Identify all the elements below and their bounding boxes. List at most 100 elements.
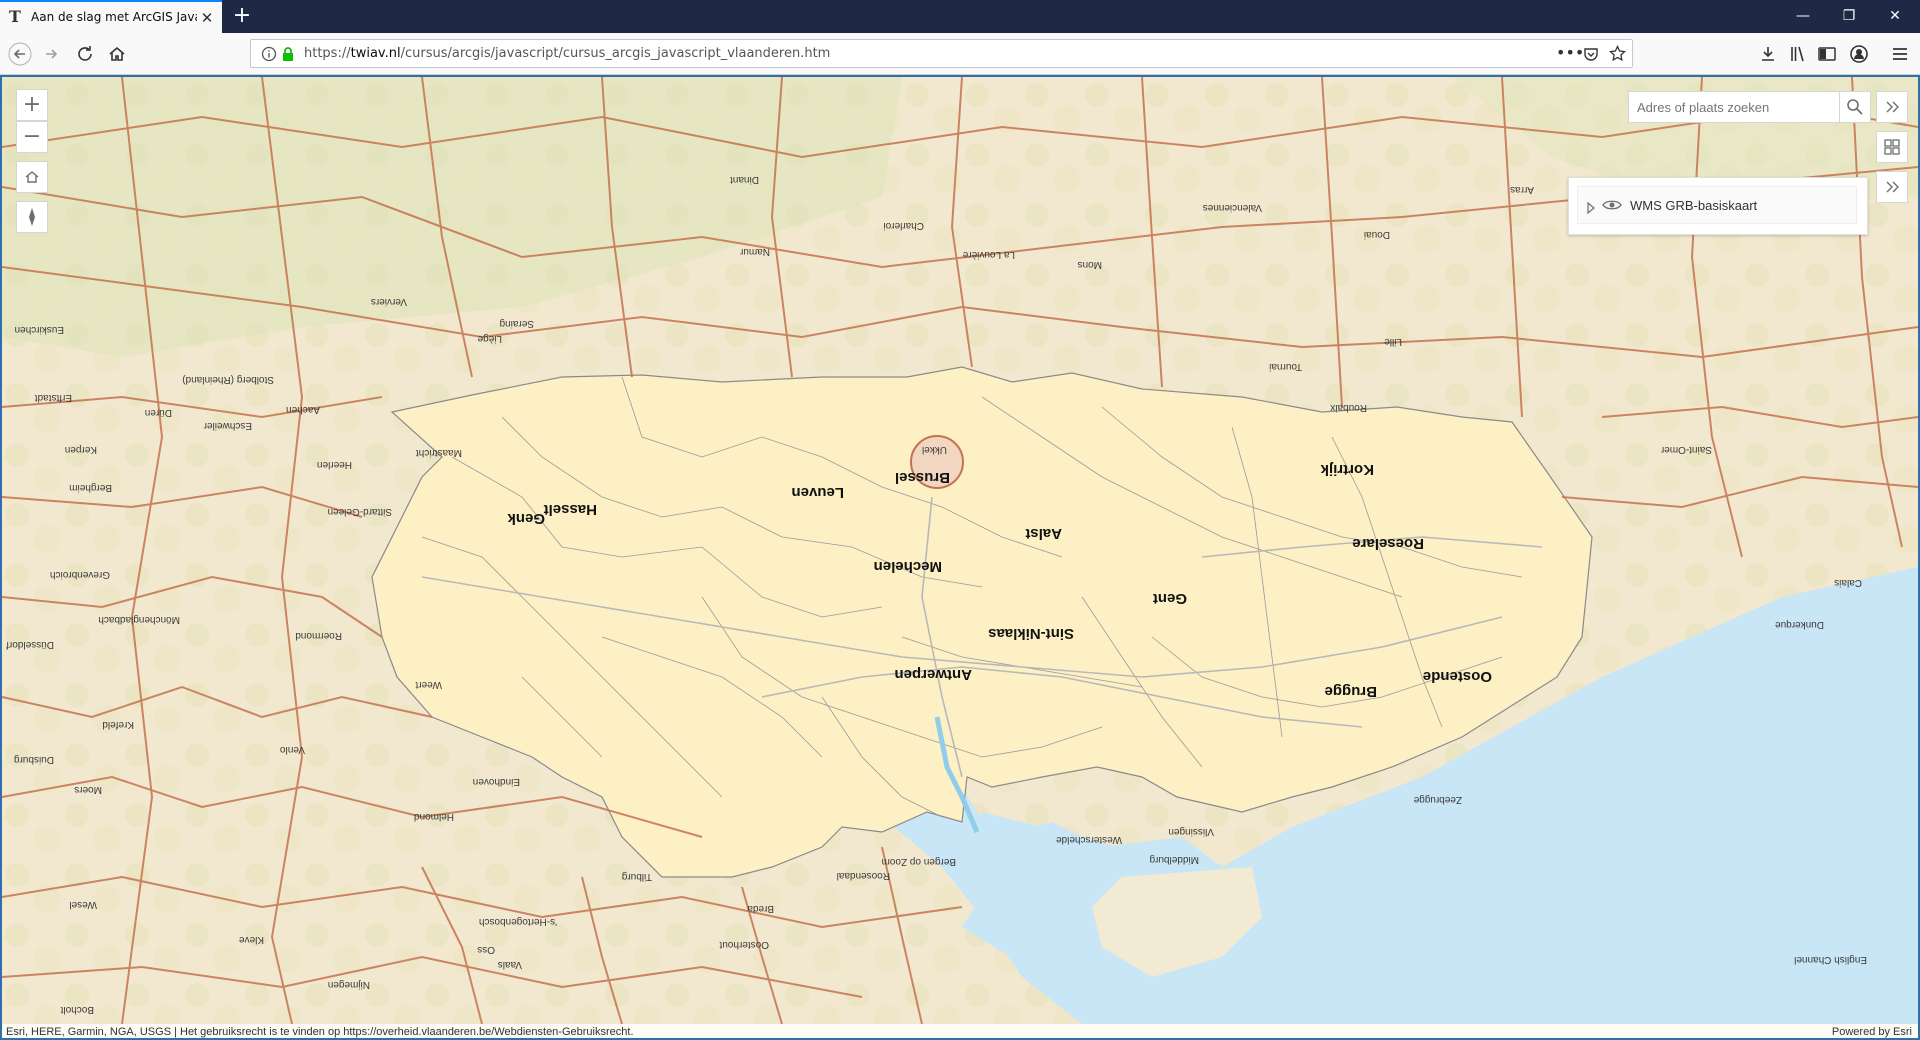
town-label: Wesel bbox=[69, 899, 97, 910]
layer-label: WMS GRB-basiskaart bbox=[1630, 198, 1758, 213]
town-label: Weert bbox=[415, 679, 442, 690]
town-label: Westerschelde bbox=[1056, 834, 1122, 845]
town-label: Düren bbox=[145, 407, 172, 418]
library-icon[interactable] bbox=[1786, 42, 1810, 66]
town-label: Eschweiler bbox=[203, 420, 252, 431]
expand-icon[interactable] bbox=[1876, 91, 1908, 123]
town-label: Seraing bbox=[500, 318, 534, 329]
town-label: Calais bbox=[1834, 577, 1862, 588]
town-label: Mönchengladbach bbox=[98, 614, 180, 625]
home-icon[interactable] bbox=[105, 42, 129, 66]
tab-favicon: T bbox=[9, 7, 21, 26]
town-label: Grevenbroich bbox=[50, 569, 110, 580]
city-label-oostende: Oostende bbox=[1423, 668, 1492, 685]
city-label-roeselare: Roeselare bbox=[1352, 535, 1424, 552]
city-label-aalst: Aalst bbox=[1025, 525, 1062, 542]
town-label: Arras bbox=[1510, 184, 1534, 195]
town-label: Bergen op Zoom bbox=[882, 856, 957, 867]
city-label-gent: Gent bbox=[1153, 590, 1187, 607]
new-tab-icon[interactable]: + bbox=[230, 5, 254, 29]
eye-icon[interactable] bbox=[1602, 197, 1622, 217]
zoom-in-icon[interactable]: + bbox=[16, 89, 48, 121]
city-label-leuven: Leuven bbox=[791, 484, 844, 501]
pocket-icon[interactable] bbox=[1583, 46, 1599, 66]
tab-strip: T Aan de slag met ArcGIS JavaScript ✕ + … bbox=[0, 0, 1920, 33]
browser-tab-active[interactable]: T Aan de slag met ArcGIS JavaScript ✕ bbox=[0, 0, 222, 33]
city-label-sint-niklaas: Sint-Niklaas bbox=[988, 625, 1074, 642]
town-label: Heerlen bbox=[317, 459, 352, 470]
city-label-brussel: Brussel bbox=[895, 469, 950, 486]
town-label: 's-Hertogenbosch bbox=[479, 916, 557, 927]
basemap-gallery-icon[interactable] bbox=[1876, 131, 1908, 163]
sidebar-icon[interactable] bbox=[1815, 42, 1839, 66]
navigation-toolbar: https://twiav.nl/cursus/arcgis/javascrip… bbox=[0, 33, 1920, 75]
town-label: Roosendaal bbox=[837, 870, 890, 881]
town-label: Vlissingen bbox=[1168, 826, 1214, 837]
search-field[interactable] bbox=[1628, 91, 1840, 123]
layer-item[interactable]: WMS GRB-basiskaart bbox=[1577, 186, 1857, 224]
city-label-kortrijk: Kortrijk bbox=[1320, 461, 1374, 478]
powered-by-esri[interactable]: Powered by Esri bbox=[1832, 1024, 1912, 1038]
town-label: Dunkerque bbox=[1775, 619, 1824, 630]
zoom-out-icon[interactable]: − bbox=[16, 121, 48, 153]
forward-icon[interactable] bbox=[40, 42, 64, 66]
menu-icon[interactable] bbox=[1888, 42, 1912, 66]
town-label: Charleroi bbox=[883, 220, 924, 231]
account-icon[interactable] bbox=[1847, 42, 1871, 66]
town-label: Venlo bbox=[280, 744, 305, 755]
caret-right-icon[interactable] bbox=[1586, 199, 1596, 218]
town-label: Stolberg (Rheinland) bbox=[182, 374, 274, 385]
town-label: Nijmegen bbox=[328, 979, 370, 990]
town-label: Sittard-Geleen bbox=[328, 506, 392, 517]
town-label: Oss bbox=[477, 944, 495, 955]
town-label: Euskirchen bbox=[15, 324, 64, 335]
tab-close-icon[interactable]: ✕ bbox=[199, 10, 215, 26]
town-label: Zeebrugge bbox=[1413, 794, 1462, 805]
town-label: Roermond bbox=[295, 630, 342, 641]
window-minimize-icon[interactable]: — bbox=[1780, 0, 1826, 33]
town-label: Saint-Omer bbox=[1660, 444, 1712, 455]
lock-icon bbox=[281, 46, 295, 66]
town-label: Lille bbox=[1384, 336, 1402, 347]
town-label: Douai bbox=[1364, 229, 1390, 240]
layer-list-panel: WMS GRB-basiskaart bbox=[1568, 177, 1868, 235]
url-bar[interactable]: https://twiav.nl/cursus/arcgis/javascrip… bbox=[250, 39, 1633, 68]
town-label: Breda bbox=[747, 903, 774, 914]
bookmark-star-icon[interactable] bbox=[1609, 44, 1626, 66]
town-label: Middelburg bbox=[1150, 854, 1199, 865]
city-label-antwerpen: Antwerpen bbox=[894, 666, 972, 683]
town-label: Düsseldorf bbox=[6, 639, 54, 650]
town-label: Oosterhout bbox=[719, 939, 769, 950]
town-label: Valenciennes bbox=[1203, 202, 1262, 213]
back-icon[interactable] bbox=[8, 42, 32, 66]
city-label-mechelen: Mechelen bbox=[874, 558, 942, 575]
map-view[interactable]: Hasselt Genk Leuven Brussel Aalst Mechel… bbox=[0, 75, 1920, 1040]
town-label: Tournai bbox=[1269, 361, 1302, 372]
city-label-hasselt: Hasselt bbox=[544, 501, 597, 518]
attribution-text[interactable]: Esri, HERE, Garmin, NGA, USGS | Het gebr… bbox=[6, 1024, 634, 1038]
reload-icon[interactable] bbox=[73, 42, 97, 66]
town-label: Bergheim bbox=[69, 482, 112, 493]
url-text: https://twiav.nl/cursus/arcgis/javascrip… bbox=[304, 46, 831, 61]
info-icon[interactable] bbox=[261, 46, 277, 66]
layer-list-expand-icon[interactable] bbox=[1876, 171, 1908, 203]
more-icon[interactable]: ••• bbox=[1556, 43, 1584, 62]
town-label: La Louvière bbox=[962, 249, 1015, 260]
town-label: Helmond bbox=[414, 811, 454, 822]
town-label: Erftstadt bbox=[35, 392, 72, 403]
search-icon[interactable] bbox=[1839, 91, 1871, 123]
window-close-icon[interactable]: ✕ bbox=[1872, 0, 1918, 33]
town-label: Moers bbox=[74, 784, 102, 795]
window-restore-icon[interactable]: ❐ bbox=[1826, 0, 1872, 33]
town-label: Kerpen bbox=[65, 444, 97, 455]
town-label: Verviers bbox=[371, 296, 407, 307]
compass-icon[interactable] bbox=[16, 201, 48, 233]
town-label: Bocholt bbox=[60, 1004, 94, 1015]
downloads-icon[interactable] bbox=[1756, 42, 1780, 66]
town-label: English Channel bbox=[1794, 954, 1867, 965]
city-label-brugge: Brugge bbox=[1325, 683, 1378, 700]
home-extent-icon[interactable] bbox=[16, 161, 48, 193]
town-label: Vaals bbox=[498, 959, 522, 970]
town-label: Aachen bbox=[286, 404, 320, 415]
search-input[interactable] bbox=[1629, 92, 1839, 122]
